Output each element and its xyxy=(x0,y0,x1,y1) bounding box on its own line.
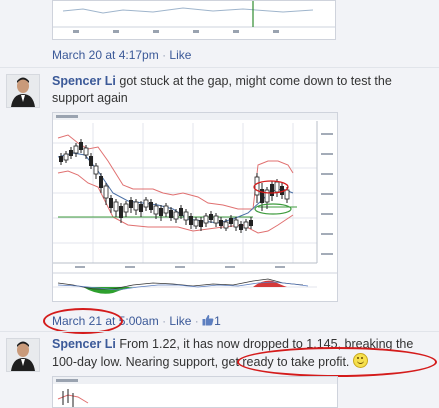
post3: Spencer Li From 1.22, it has now dropped… xyxy=(0,332,439,408)
post2-meta: March 21 at 5:00am · Like · 1 xyxy=(52,314,221,328)
like-count[interactable]: 1 xyxy=(202,314,221,328)
post1-meta: March 20 at 4:17pm · Like xyxy=(52,48,191,62)
meta-separator: · xyxy=(162,314,167,328)
post1-like-link[interactable]: Like xyxy=(169,48,191,62)
author-name-link[interactable]: Spencer Li xyxy=(52,337,116,351)
post2-timestamp[interactable]: March 21 at 5:00am xyxy=(52,314,159,328)
post2-like-link[interactable]: Like xyxy=(169,314,191,328)
like-count-value: 1 xyxy=(214,314,221,328)
post2: Spencer Li got stuck at the gap, might c… xyxy=(0,68,439,334)
post1-timestamp[interactable]: March 20 at 4:17pm xyxy=(52,48,159,62)
avatar[interactable] xyxy=(6,338,40,372)
meta-separator: · xyxy=(162,48,167,62)
post2-chart-image[interactable] xyxy=(52,112,338,302)
thumbs-up-icon xyxy=(202,314,214,326)
smiley-emoji xyxy=(352,353,368,368)
post3-highlight-text: get ready to take profit. xyxy=(221,355,350,369)
meta-separator: · xyxy=(194,314,199,328)
post3-text: Spencer Li From 1.22, it has now dropped… xyxy=(52,336,432,371)
post3-chart-image[interactable] xyxy=(52,376,338,408)
author-name-link[interactable]: Spencer Li xyxy=(52,74,116,88)
post1-chart-image[interactable] xyxy=(52,0,336,40)
avatar[interactable] xyxy=(6,74,40,108)
post2-text: Spencer Li got stuck at the gap, might c… xyxy=(52,73,432,107)
